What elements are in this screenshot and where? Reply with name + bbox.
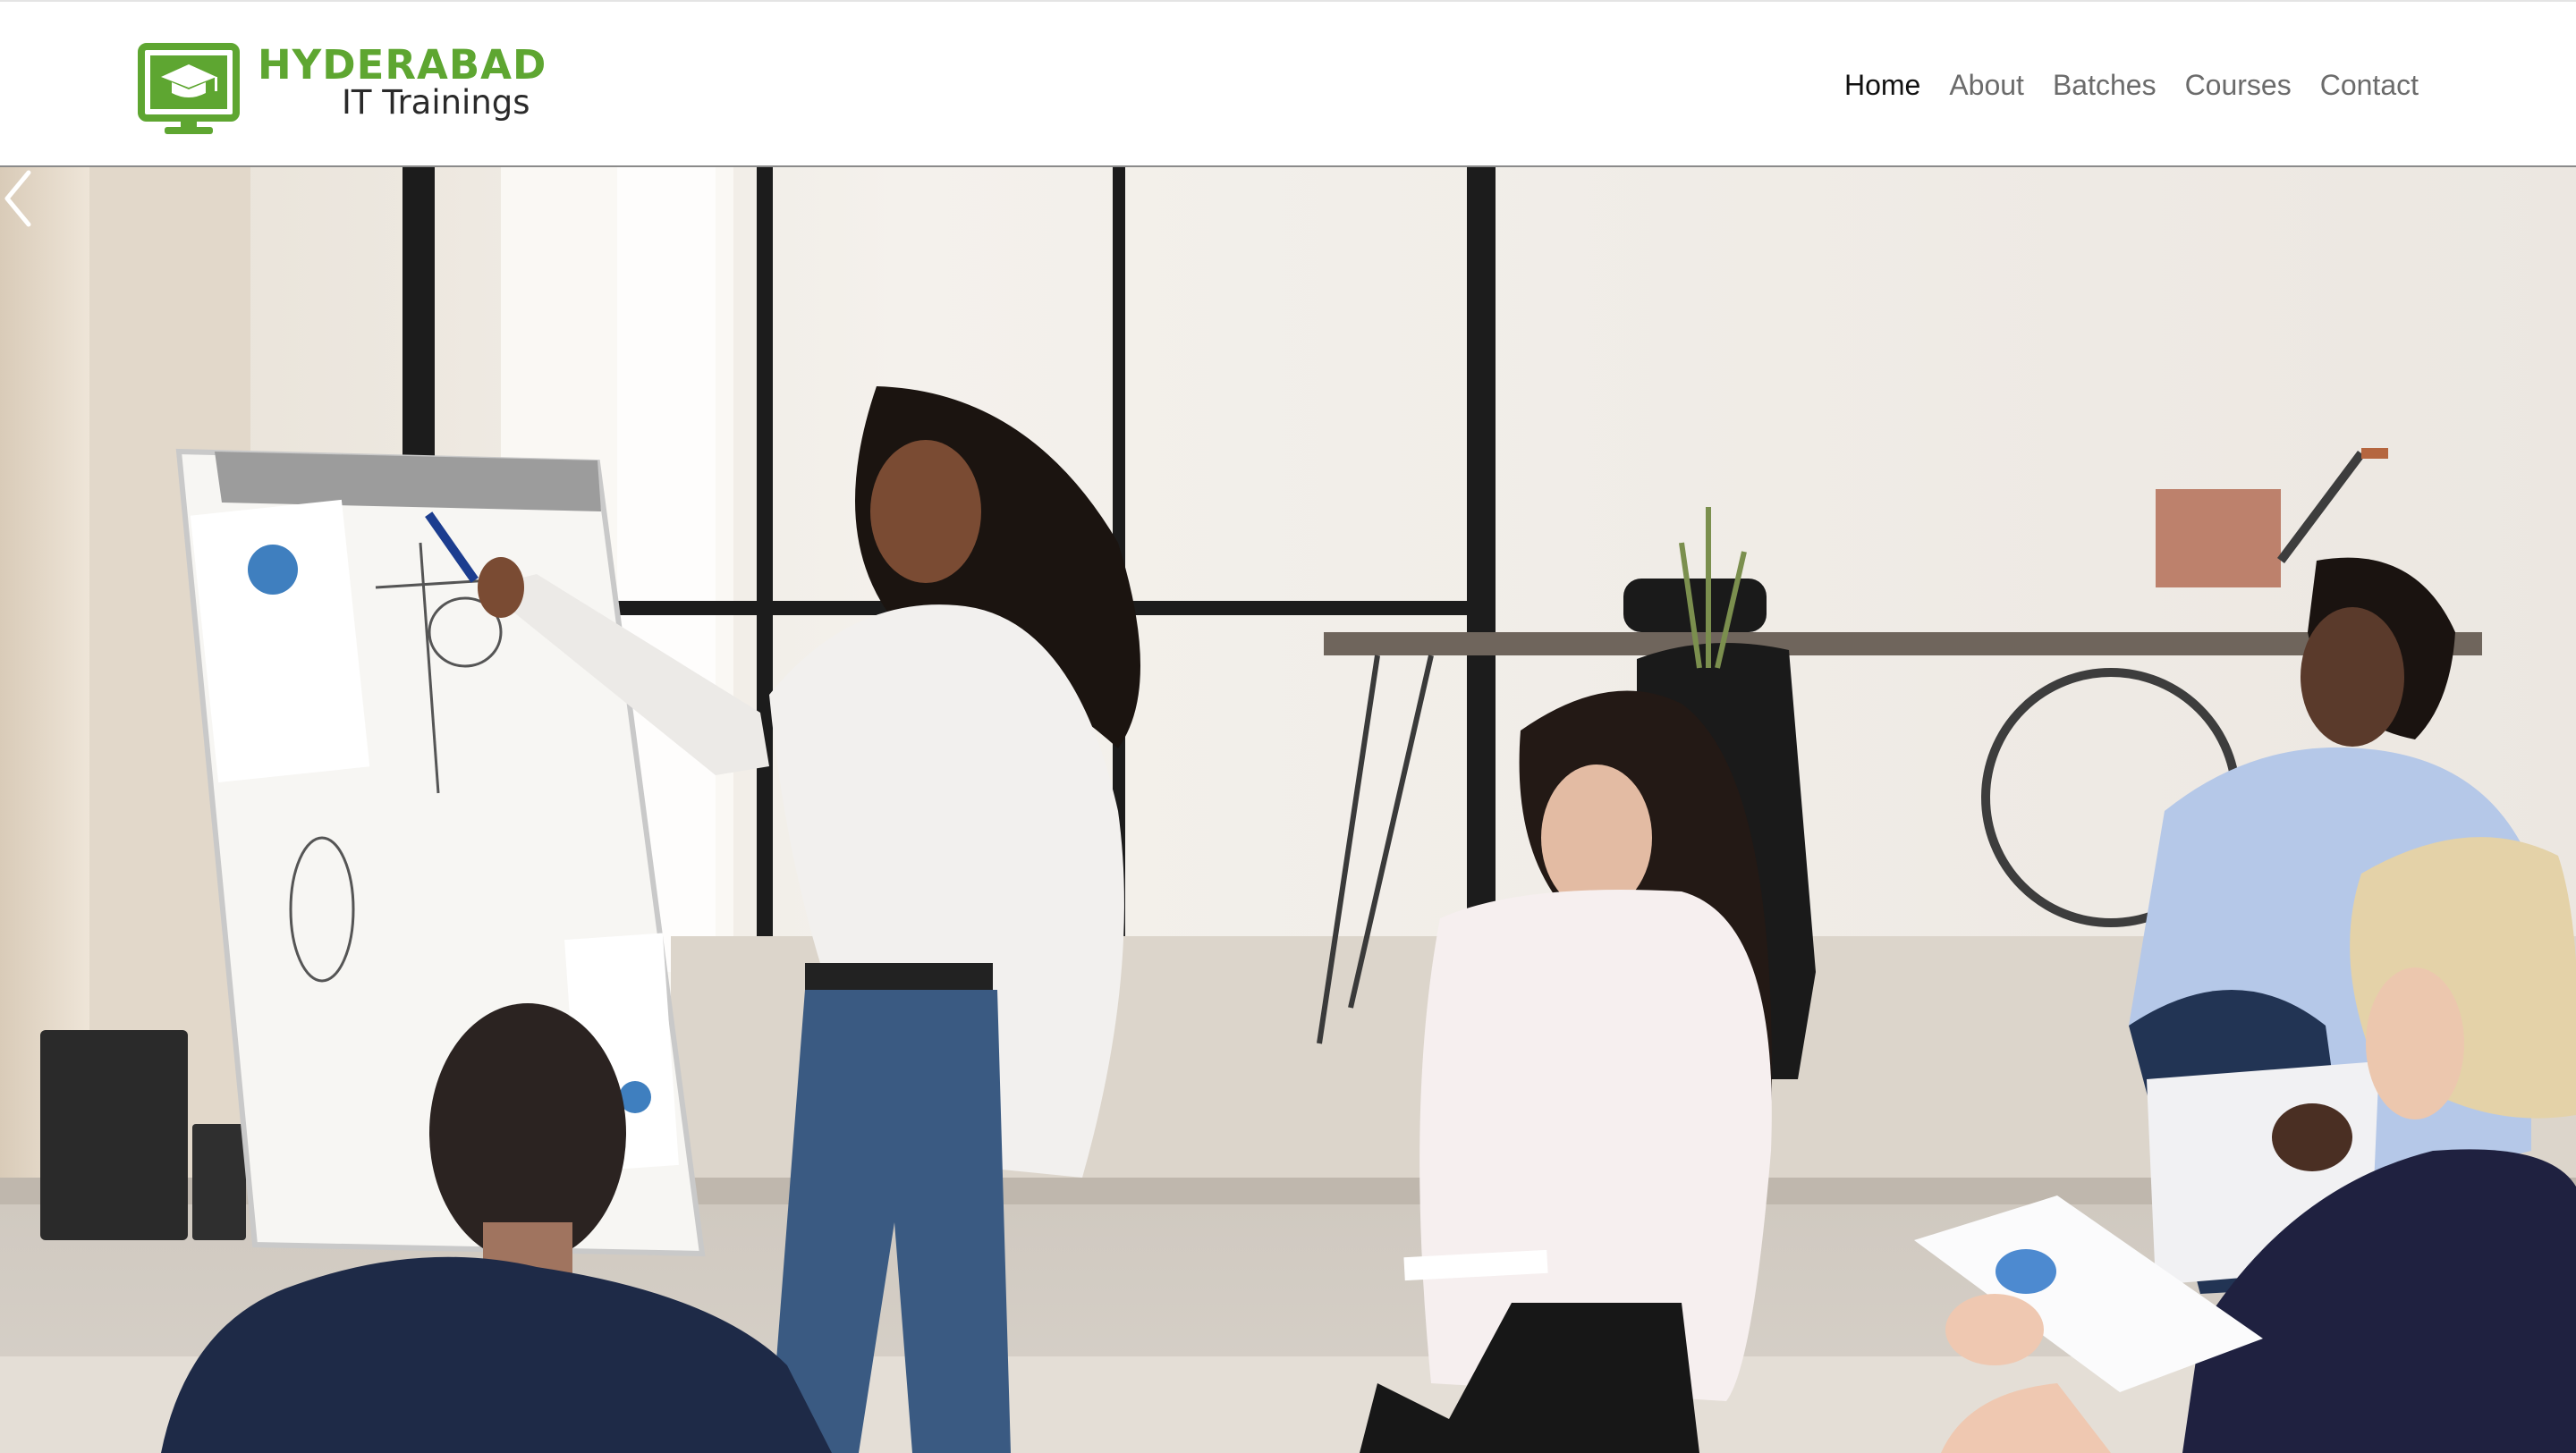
nav-batches[interactable]: Batches <box>2038 60 2171 111</box>
hero-image <box>0 167 2576 1453</box>
site-header: HYDERABAD IT Trainings Home About Batche… <box>0 0 2576 167</box>
brand-subtitle: IT Trainings <box>342 83 530 122</box>
nav-contact[interactable]: Contact <box>2306 60 2433 111</box>
nav-about[interactable]: About <box>1935 60 2038 111</box>
hero-carousel <box>0 167 2576 1453</box>
graduation-cap-monitor-icon <box>138 43 240 134</box>
brand-title: HYDERABAD <box>258 41 547 89</box>
brand-logo[interactable]: HYDERABAD IT Trainings <box>138 43 546 138</box>
main-nav: Home About Batches Courses Contact <box>1830 2 2433 169</box>
nav-courses[interactable]: Courses <box>2171 60 2306 111</box>
chevron-left-icon[interactable] <box>0 167 36 230</box>
nav-home[interactable]: Home <box>1830 60 1935 111</box>
